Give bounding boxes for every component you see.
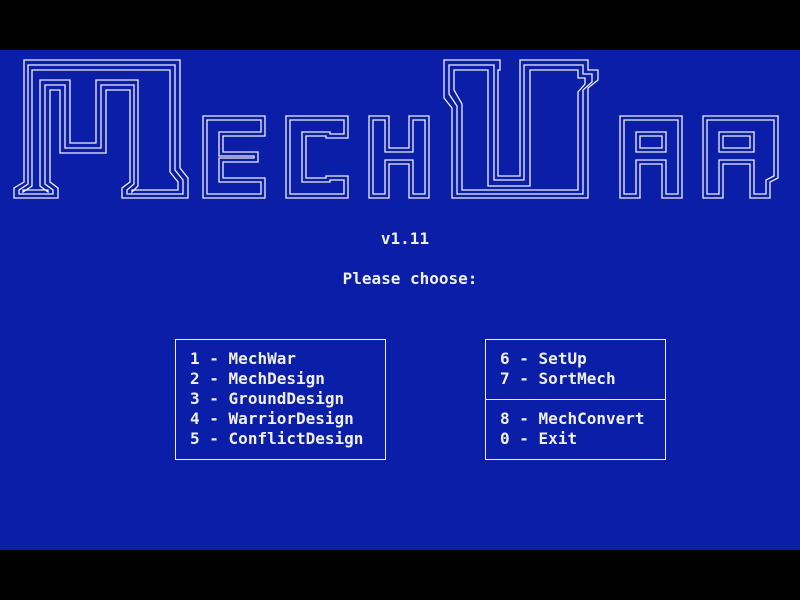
- menu-divider: [486, 399, 665, 400]
- menu-item-setup[interactable]: 6 - SetUp: [500, 349, 587, 369]
- title-screen: v1.11 Please choose: 1 - MechWar 2 - Mec…: [0, 50, 800, 550]
- logo-letter-a: [619, 115, 683, 199]
- main-menu-left: 1 - MechWar 2 - MechDesign 3 - GroundDes…: [175, 339, 386, 460]
- logo-letter-h: [368, 115, 430, 199]
- logo-letter-e: [202, 115, 266, 199]
- logo-letter-c: [285, 115, 349, 199]
- menu-item-grounddesign[interactable]: 3 - GroundDesign: [190, 389, 344, 409]
- logo-letter-m: [13, 59, 189, 199]
- mechwar-logo: [13, 59, 779, 199]
- menu-item-conflictdesign[interactable]: 5 - ConflictDesign: [190, 429, 363, 449]
- menu-item-exit[interactable]: 0 - Exit: [500, 429, 577, 449]
- menu-item-sortmech[interactable]: 7 - SortMech: [500, 369, 616, 389]
- main-menu-right: 6 - SetUp 7 - SortMech 8 - MechConvert 0…: [485, 339, 666, 460]
- logo-letter-w: [443, 59, 599, 199]
- version-label: v1.11: [380, 229, 430, 248]
- logo-letter-r: [702, 115, 779, 199]
- menu-item-mechconvert[interactable]: 8 - MechConvert: [500, 409, 645, 429]
- menu-item-mechwar[interactable]: 1 - MechWar: [190, 349, 296, 369]
- menu-item-mechdesign[interactable]: 2 - MechDesign: [190, 369, 325, 389]
- choose-prompt: Please choose:: [342, 269, 478, 288]
- menu-item-warriordesign[interactable]: 4 - WarriorDesign: [190, 409, 354, 429]
